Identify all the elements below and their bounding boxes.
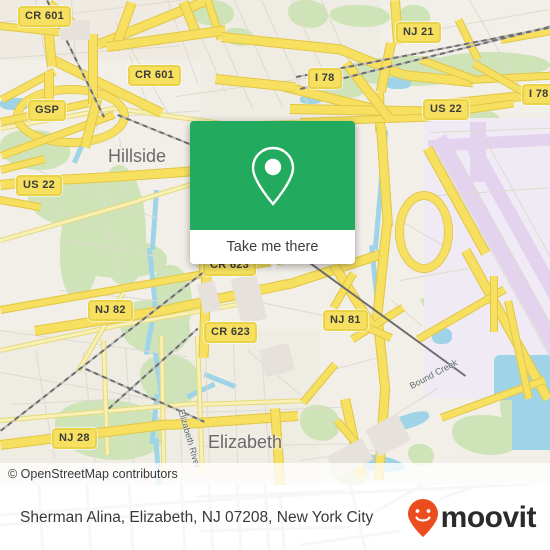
location-address: Sherman Alina, Elizabeth, NJ 07208, New … <box>20 508 374 526</box>
building-block <box>230 273 268 325</box>
road-shield-cr-623-lower[interactable]: CR 623 <box>204 322 258 343</box>
osm-attribution-text: © OpenStreetMap contributors <box>8 467 178 481</box>
street <box>430 9 549 31</box>
road-shield-cr-601-n[interactable]: CR 601 <box>128 65 182 86</box>
place-label-hillside: Hillside <box>108 146 167 166</box>
highway-interchange <box>396 192 452 272</box>
moovit-wordmark: moovit <box>440 500 537 534</box>
highway <box>44 72 54 102</box>
road-shield-i-78-right[interactable]: I 78 <box>522 84 550 105</box>
road-shield-cr-601-nw[interactable]: CR 601 <box>18 6 72 27</box>
moovit-logo[interactable]: moovit <box>407 498 537 538</box>
road-shield-i-78-left[interactable]: I 78 <box>308 68 342 89</box>
popup-card-image <box>190 121 355 230</box>
map-canvas[interactable]: Hillside Elizabeth Elizabeth River Bound… <box>0 0 550 485</box>
road-shield-us-22-w[interactable]: US 22 <box>16 175 63 196</box>
road-shield-nj-82[interactable]: NJ 82 <box>88 300 133 321</box>
park-area <box>98 165 146 285</box>
road-shield-nj-28[interactable]: NJ 28 <box>52 428 97 449</box>
road-shield-gsp[interactable]: GSP <box>28 100 67 121</box>
place-label-elizabeth: Elizabeth <box>208 432 283 452</box>
road-shield-nj-81[interactable]: NJ 81 <box>323 310 368 331</box>
water-body <box>512 400 550 450</box>
highway <box>490 276 498 332</box>
road-shield-nj-21[interactable]: NJ 21 <box>396 22 441 43</box>
osm-attribution: © OpenStreetMap contributors <box>0 463 550 485</box>
footer-bar: Sherman Alina, Elizabeth, NJ 07208, New … <box>0 485 550 550</box>
footer-content: Sherman Alina, Elizabeth, NJ 07208, New … <box>0 485 550 550</box>
popup-card[interactable]: Take me there <box>190 121 355 264</box>
popup-card-action[interactable]: Take me there <box>190 230 355 264</box>
map-pin-icon <box>251 146 294 206</box>
map-screenshot: Hillside Elizabeth Elizabeth River Bound… <box>0 0 550 550</box>
take-me-there-label: Take me there <box>226 239 319 255</box>
road-shield-us-22-e[interactable]: US 22 <box>423 99 470 120</box>
moovit-pin-icon <box>407 498 438 537</box>
